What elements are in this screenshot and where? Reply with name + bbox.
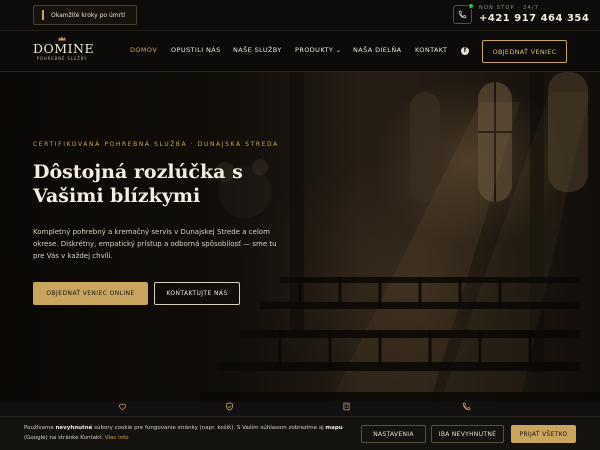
cookie-text-part: Používame xyxy=(24,425,56,431)
phone-icon xyxy=(462,402,471,411)
nav-item-opustili-nas[interactable]: OPUSTILI NÁS xyxy=(171,46,221,54)
main-navigation: DOMINE POHREBNÉ SLUŽBY DOMOV OPUSTILI NÁ… xyxy=(0,31,600,72)
phone-icon xyxy=(458,10,467,19)
online-status-dot xyxy=(468,3,474,9)
hero-eyebrow: CERTIFIKOVANÁ POHREBNÁ SLUŽBA · DUNAJSKÁ… xyxy=(33,141,279,148)
cookie-text-bold: nevyhnutné xyxy=(55,425,93,431)
nav-item-kontakt[interactable]: KONTAKT xyxy=(415,46,447,54)
immediate-steps-button[interactable]: Okamžité kroky po úmrtí xyxy=(33,5,137,25)
facebook-icon[interactable]: f xyxy=(461,47,469,55)
cookie-text-part: súbory cookie pre fungovanie stránky (na… xyxy=(92,425,326,431)
hero-description: Kompletný pohrebný a kremačný servis v D… xyxy=(33,228,277,260)
nav-item-nasa-dielna[interactable]: NAŠA DIELŇA xyxy=(353,46,401,54)
candle-icon xyxy=(40,10,46,20)
cookie-accept-all-button[interactable]: PRIJAŤ VŠETKO xyxy=(511,425,576,443)
cookie-settings-button[interactable]: NASTAVENIA xyxy=(361,425,426,443)
cookie-message: Používame nevyhnutné súbory cookie pre f… xyxy=(24,423,354,443)
building-icon xyxy=(343,402,350,411)
nav-item-domov[interactable]: DOMOV xyxy=(130,46,157,54)
logo-name: DOMINE xyxy=(33,41,95,56)
hero-headline: Dôstojná rozlúčka s Vašimi blízkymi xyxy=(33,161,243,207)
nav-item-nase-sluzby[interactable]: NAŠE SLUŽBY xyxy=(233,46,282,54)
crown-icon xyxy=(58,36,66,41)
cookie-more-info-link[interactable]: Viac info xyxy=(105,435,129,441)
nonstop-label: NON STOP · 24/7 xyxy=(479,5,540,11)
cookie-text-bold: mapu xyxy=(325,425,343,431)
logo-tagline: POHREBNÉ SLUŽBY xyxy=(36,56,88,61)
heart-icon xyxy=(119,403,126,411)
cookie-banner: Používame nevyhnutné súbory cookie pre f… xyxy=(0,416,600,450)
site-logo[interactable]: DOMINE POHREBNÉ SLUŽBY xyxy=(33,36,95,64)
cookie-text-part: (Google) na stránke Kontakt. xyxy=(24,435,105,441)
cookie-necessary-only-button[interactable]: IBA NEVYHNUTNÉ xyxy=(431,425,504,443)
hero-section: CERTIFIKOVANÁ POHREBNÁ SLUŽBA · DUNAJSKÁ… xyxy=(0,72,600,402)
shield-check-icon xyxy=(226,402,233,411)
phone-number-link[interactable]: +421 917 464 354 xyxy=(479,13,589,24)
order-wreath-online-button[interactable]: OBJEDNAŤ VENIEC ONLINE xyxy=(33,282,148,305)
contact-us-button[interactable]: KONTAKTUJTE NÁS xyxy=(154,282,240,305)
nav-item-produkty[interactable]: PRODUKTY ⌄ xyxy=(295,46,342,54)
top-utility-bar: Okamžité kroky po úmrtí NON STOP · 24/7 … xyxy=(0,0,600,31)
immediate-steps-label: Okamžité kroky po úmrtí xyxy=(51,11,126,19)
phone-call-button[interactable] xyxy=(453,3,474,24)
order-wreath-nav-button[interactable]: OBJEDNAŤ VENIEC xyxy=(482,40,567,63)
